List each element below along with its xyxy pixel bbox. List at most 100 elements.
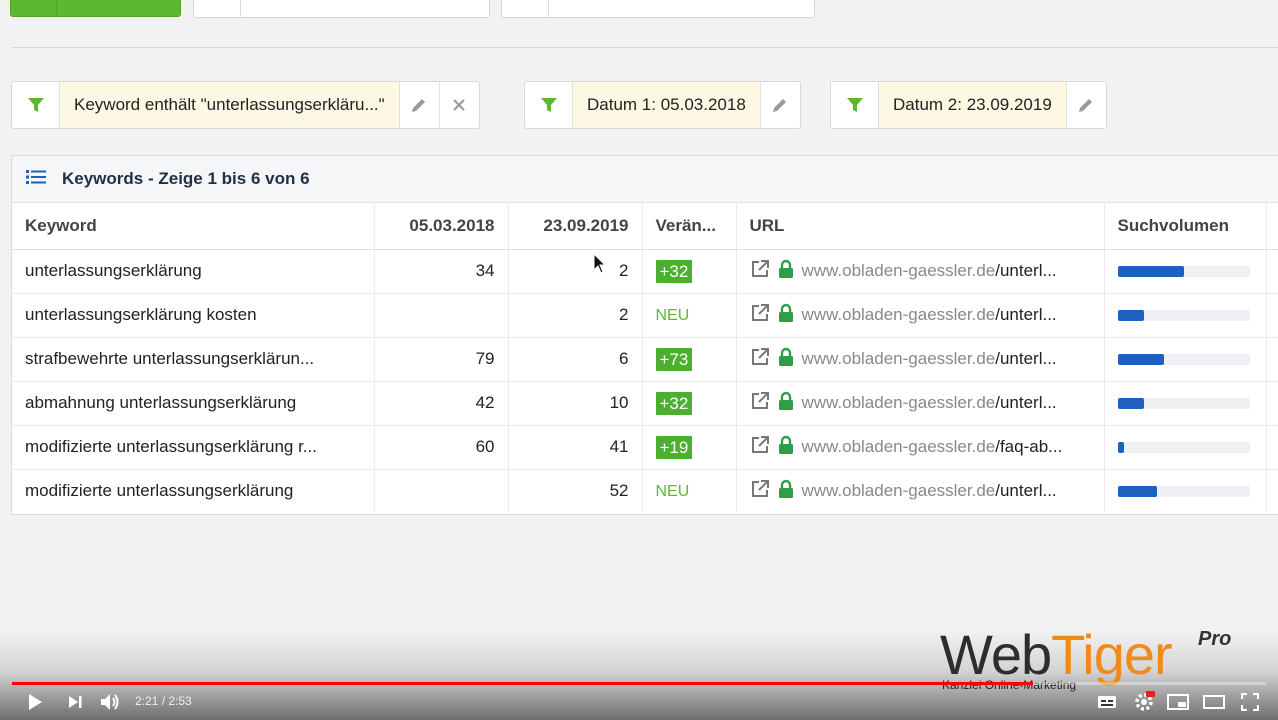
table-row[interactable]: strafbewehrte unterlassungserklärun... 7… <box>12 336 1278 381</box>
url-link[interactable]: www.obladen-gaessler.de/unterl... <box>802 393 1057 413</box>
search-volume-bar <box>1117 441 1250 453</box>
video-time: 2:21 / 2:53 <box>135 694 192 708</box>
webtiger-logo: WebTiger Pro Kanzlei Online-Marketing <box>940 623 1232 692</box>
keywords-table: Keyword 05.03.2018 23.09.2019 Verän... U… <box>12 203 1278 513</box>
search-volume-fill <box>1117 485 1158 497</box>
search-volume-cell <box>1103 248 1266 293</box>
url-cell: www.obladen-gaessler.de/unterl... <box>735 292 1104 337</box>
filter-icon <box>831 82 879 128</box>
filter-chip-keyword[interactable]: Keyword enthält "unterlassungserkläru...… <box>11 81 480 129</box>
table-row[interactable]: unterlassungserklärung kosten 2 NEU www.… <box>12 292 1278 337</box>
filter-icon <box>525 82 573 128</box>
lock-icon <box>778 259 794 284</box>
url-link[interactable]: www.obladen-gaessler.de/unterl... <box>802 305 1057 325</box>
url-cell: www.obladen-gaessler.de/unterl... <box>735 468 1104 513</box>
search-volume-bar <box>1117 309 1250 321</box>
edit-icon[interactable] <box>398 82 439 128</box>
url-link[interactable]: www.obladen-gaessler.de/unterl... <box>802 261 1057 281</box>
close-icon[interactable] <box>438 82 479 128</box>
url-link[interactable]: www.obladen-gaessler.de/unterl... <box>802 481 1057 501</box>
edit-icon[interactable] <box>759 82 800 128</box>
play-icon[interactable] <box>24 690 46 714</box>
settings-icon[interactable] <box>1132 690 1156 714</box>
divider <box>12 47 1278 48</box>
rank-date2-cell: 10 <box>507 380 642 425</box>
search-volume-cell <box>1103 468 1266 513</box>
secondary-input[interactable] <box>501 0 815 18</box>
change-badge: +73 <box>655 347 693 371</box>
keyword-cell[interactable]: strafbewehrte unterlassungserklärun... <box>12 336 374 381</box>
lock-icon <box>778 479 794 504</box>
search-input[interactable] <box>193 0 490 18</box>
external-link-icon[interactable] <box>750 259 770 284</box>
rank-date1-cell: 34 <box>373 248 508 293</box>
edit-icon[interactable] <box>1065 82 1106 128</box>
next-icon[interactable] <box>64 690 86 714</box>
keyword-cell[interactable]: unterlassungserklärung <box>12 248 374 293</box>
change-cell: +19 <box>641 424 736 469</box>
change-badge: +32 <box>655 391 693 415</box>
panel-title: Keywords - Zeige 1 bis 6 von 6 <box>62 169 310 188</box>
volume-icon[interactable] <box>99 690 123 714</box>
column-url[interactable]: URL <box>735 203 1104 250</box>
table-row[interactable]: abmahnung unterlassungserklärung 42 10 +… <box>12 380 1278 425</box>
search-volume-bar <box>1117 353 1250 365</box>
add-button[interactable] <box>10 0 181 17</box>
theater-mode-icon[interactable] <box>1202 690 1226 714</box>
keyword-cell[interactable]: modifizierte unterlassungserklärung r... <box>12 424 374 469</box>
rank-date2-cell: 52 <box>507 468 642 513</box>
external-link-icon[interactable] <box>750 347 770 372</box>
filter-chip-date1[interactable]: Datum 1: 05.03.2018 <box>524 81 801 129</box>
column-keyword[interactable]: Keyword <box>12 203 374 250</box>
search-volume-cell <box>1103 380 1266 425</box>
search-volume-fill <box>1117 309 1144 321</box>
lock-icon <box>778 347 794 372</box>
keyword-cell[interactable]: abmahnung unterlassungserklärung <box>12 380 374 425</box>
url-cell: www.obladen-gaessler.de/faq-ab... <box>735 424 1104 469</box>
url-link[interactable]: www.obladen-gaessler.de/unterl... <box>802 349 1057 369</box>
external-link-icon[interactable] <box>750 391 770 416</box>
fullscreen-icon[interactable] <box>1238 690 1262 714</box>
external-link-icon[interactable] <box>750 303 770 328</box>
filter-chip-date2[interactable]: Datum 2: 23.09.2019 <box>830 81 1107 129</box>
external-link-icon[interactable] <box>750 479 770 504</box>
lock-icon <box>778 435 794 460</box>
keyword-cell[interactable]: unterlassungserklärung kosten <box>12 292 374 337</box>
column-change[interactable]: Verän... <box>641 203 736 250</box>
table-row[interactable]: modifizierte unterlassungserklärung 52 N… <box>12 468 1278 513</box>
column-date2[interactable]: 23.09.2019 <box>507 203 642 250</box>
filter-icon <box>12 82 60 128</box>
table-row[interactable]: unterlassungserklärung 34 2 +32 www.obla… <box>12 248 1278 293</box>
url-cell: www.obladen-gaessler.de/unterl... <box>735 336 1104 381</box>
miniplayer-icon[interactable] <box>1166 690 1190 714</box>
change-cell: +73 <box>641 336 736 381</box>
search-volume-cell <box>1103 292 1266 337</box>
search-volume-bar <box>1117 265 1250 277</box>
table-row[interactable]: modifizierte unterlassungserklärung r...… <box>12 424 1278 469</box>
search-volume-fill <box>1117 265 1184 277</box>
column-search-volume[interactable]: Suchvolumen <box>1103 203 1266 250</box>
lock-icon <box>778 391 794 416</box>
rank-date1-cell <box>373 292 508 337</box>
filter-label: Datum 1: 05.03.2018 <box>573 82 760 128</box>
rank-date2-cell: 2 <box>507 292 642 337</box>
table-header-row: Keyword 05.03.2018 23.09.2019 Verän... U… <box>12 203 1278 250</box>
search-volume-bar <box>1117 485 1250 497</box>
video-progress-bar[interactable] <box>12 682 1266 685</box>
change-cell: NEU <box>641 292 736 337</box>
rank-date1-cell <box>373 468 508 513</box>
column-date1[interactable]: 05.03.2018 <box>373 203 508 250</box>
table-body: unterlassungserklärung 34 2 +32 www.obla… <box>12 248 1278 513</box>
external-link-icon[interactable] <box>750 435 770 460</box>
url-cell: www.obladen-gaessler.de/unterl... <box>735 248 1104 293</box>
keywords-panel: Keywords - Zeige 1 bis 6 von 6 Keyword 0… <box>11 155 1278 515</box>
rank-date1-cell: 42 <box>373 380 508 425</box>
new-label: NEU <box>655 307 690 324</box>
rank-date1-cell: 60 <box>373 424 508 469</box>
list-icon <box>26 169 46 190</box>
url-link[interactable]: www.obladen-gaessler.de/faq-ab... <box>802 437 1063 457</box>
subtitles-icon[interactable] <box>1096 690 1118 714</box>
keyword-cell[interactable]: modifizierte unterlassungserklärung <box>12 468 374 513</box>
filter-label: Keyword enthält "unterlassungserkläru...… <box>60 82 399 128</box>
url-cell: www.obladen-gaessler.de/unterl... <box>735 380 1104 425</box>
